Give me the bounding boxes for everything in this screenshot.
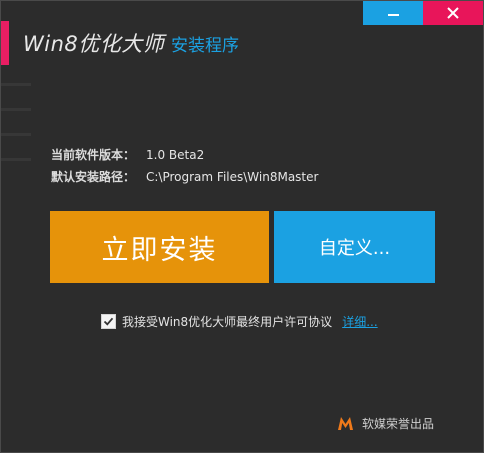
agree-text: 我接受Win8优化大师最终用户许可协议	[122, 315, 333, 329]
close-button[interactable]	[423, 1, 483, 25]
ruanmei-logo-icon	[337, 416, 354, 431]
path-label: 默认安装路径：	[51, 170, 136, 184]
path-row: 默认安装路径： C:\Program Files\Win8Master	[51, 166, 318, 188]
license-details-link[interactable]: 详细...	[342, 313, 377, 330]
install-info: 当前软件版本： 1.0 Beta2 默认安装路径： C:\Program Fil…	[51, 144, 318, 188]
version-label: 当前软件版本：	[51, 148, 136, 162]
agree-checkbox[interactable]	[101, 314, 116, 329]
custom-install-button[interactable]: 自定义...	[274, 211, 435, 283]
version-row: 当前软件版本： 1.0 Beta2	[51, 144, 318, 166]
version-value: 1.0 Beta2	[146, 148, 205, 162]
checkmark-icon	[103, 316, 114, 327]
accent-stripe	[1, 21, 9, 65]
installer-title: 安装程序	[171, 36, 239, 56]
footer-brand: 软媒荣誉出品	[337, 415, 434, 432]
close-icon	[447, 7, 459, 19]
path-value: C:\Program Files\Win8Master	[146, 170, 319, 184]
app-logo-text: Win8优化大师	[23, 32, 165, 56]
minimize-icon	[387, 11, 399, 16]
install-now-button[interactable]: 立即安装	[50, 211, 269, 283]
installer-window: Win8优化大师 安装程序 当前软件版本： 1.0 Beta2 默认安装路径： …	[0, 0, 484, 453]
minimize-button[interactable]	[363, 1, 423, 25]
footer-brand-text: 软媒荣誉出品	[362, 417, 435, 431]
license-agreement: 我接受Win8优化大师最终用户许可协议 详细...	[101, 313, 378, 330]
background-window-ghost	[1, 61, 39, 191]
